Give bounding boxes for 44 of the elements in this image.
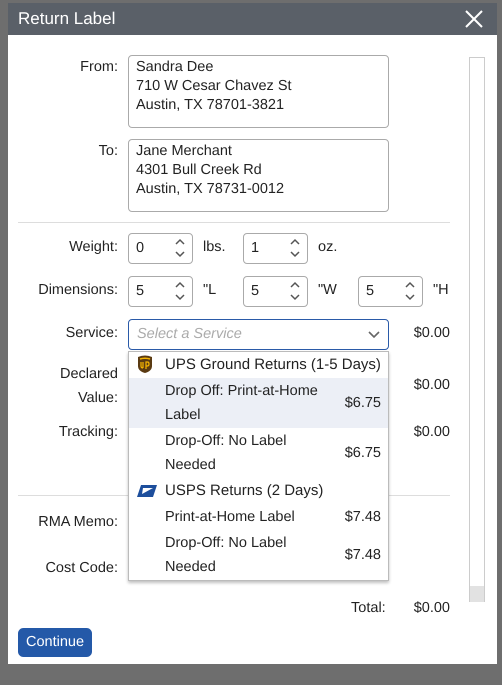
- field-label: Dimensions:: [37, 281, 118, 300]
- number-field[interactable]: 0: [128, 232, 193, 264]
- close-icon: [465, 10, 483, 28]
- total-label: Total:: [351, 598, 386, 618]
- field-label: To:: [98, 142, 118, 161]
- service-option[interactable]: Print-at-Home Label $7.48: [129, 504, 388, 530]
- spinner-icon[interactable]: [289, 236, 301, 259]
- group-heading: UPS Ground Returns (1-5 Days): [165, 354, 381, 375]
- field-label: Declared Value:: [58, 364, 118, 408]
- unit-label: lbs.: [203, 238, 227, 258]
- price-text: $0.00: [414, 422, 450, 442]
- price-text: $0.00: [414, 324, 450, 344]
- unit-label: "W: [318, 281, 338, 300]
- group-heading: USPS Returns (2 Days): [165, 480, 324, 501]
- close-button[interactable]: [463, 8, 485, 30]
- number-field[interactable]: 5: [358, 276, 423, 307]
- chevron-down-icon: [368, 330, 380, 339]
- spinner-icon[interactable]: [174, 236, 186, 259]
- unit-label: "H: [433, 281, 450, 300]
- number-field[interactable]: 5: [128, 276, 193, 307]
- field-label: Weight:: [68, 238, 118, 258]
- total-value: $0.00: [414, 598, 450, 618]
- field-label: Tracking:: [58, 422, 118, 442]
- number-field[interactable]: 5: [243, 276, 308, 307]
- dialog-title: Return Label: [18, 8, 116, 30]
- address-field[interactable]: Sandra Dee 710 W Cesar Chavez St Austin, TX 78701-3821: [128, 54, 389, 128]
- price-text: $0.00: [414, 376, 450, 395]
- field-label: RMA Memo:: [37, 513, 118, 532]
- service-select[interactable]: Select a Service: [128, 318, 389, 350]
- scrollbar[interactable]: [469, 56, 485, 602]
- unit-label: "L: [203, 281, 218, 300]
- service-option[interactable]: Drop Off: Print-at-Home Label $6.75: [129, 378, 388, 428]
- field-label: From:: [79, 58, 118, 77]
- spinner-icon[interactable]: [289, 280, 301, 302]
- spinner-icon[interactable]: [174, 280, 186, 302]
- unit-label: oz.: [318, 238, 338, 258]
- service-option[interactable]: Drop-Off: No Label Needed $7.48: [129, 530, 388, 580]
- field-label: Cost Code:: [44, 559, 118, 578]
- spinner-icon[interactable]: [404, 280, 416, 302]
- service-option[interactable]: Drop-Off: No Label Needed $6.75: [129, 428, 388, 478]
- number-field[interactable]: 1: [243, 232, 308, 264]
- continue-button[interactable]: Continue: [18, 628, 92, 658]
- field-label: Service:: [64, 324, 118, 344]
- address-field[interactable]: Jane Merchant 4301 Bull Creek Rd Austin, TX 78731-0012: [128, 138, 389, 212]
